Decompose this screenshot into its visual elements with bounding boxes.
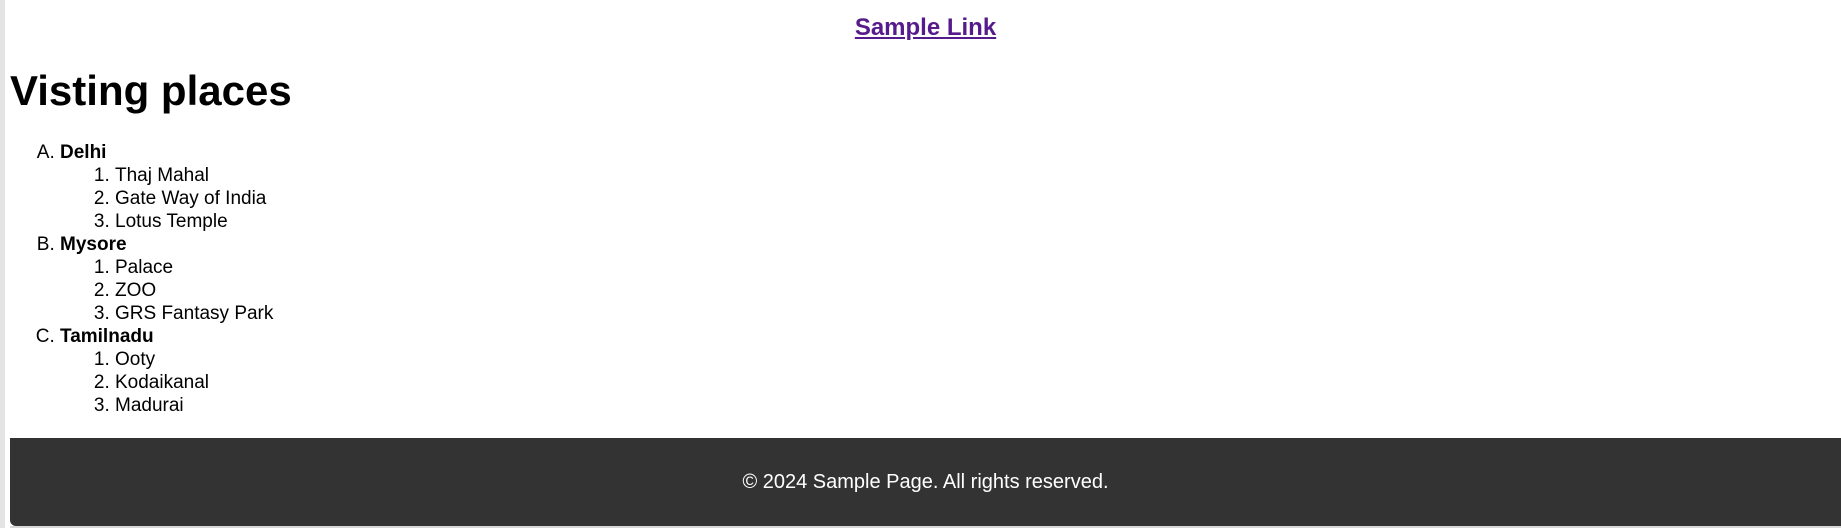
spots-list: Ooty Kodaikanal Madurai [60,348,273,417]
list-item-delhi: Delhi Thaj Mahal Gate Way of India Lotus… [60,141,273,233]
page-frame: Sample Link Visting places Delhi Thaj Ma… [0,0,1841,528]
places-list: Delhi Thaj Mahal Gate Way of India Lotus… [10,141,273,417]
list-item: Palace [115,256,273,279]
spots-list: Thaj Mahal Gate Way of India Lotus Templ… [60,164,273,233]
city-name: Delhi [60,142,107,163]
list-item: ZOO [115,279,273,302]
page-footer: © 2024 Sample Page. All rights reserved. [10,438,1841,526]
list-item: Thaj Mahal [115,164,273,187]
city-name: Tamilnadu [60,326,154,347]
footer-copyright: © 2024 Sample Page. All rights reserved. [742,471,1109,493]
spots-list: Palace ZOO GRS Fantasy Park [60,256,273,325]
list-item: Lotus Temple [115,210,273,233]
city-name: Mysore [60,234,127,255]
page-content: Sample Link Visting places Delhi Thaj Ma… [10,0,1841,438]
page-title: Visting places [10,67,292,114]
list-item: Kodaikanal [115,371,273,394]
top-link-container: Sample Link [10,14,1841,42]
list-item-tamilnadu: Tamilnadu Ooty Kodaikanal Madurai [60,325,273,417]
list-item: Gate Way of India [115,187,273,210]
list-item-mysore: Mysore Palace ZOO GRS Fantasy Park [60,233,273,325]
list-item: Madurai [115,394,273,417]
list-item: Ooty [115,348,273,371]
sample-link[interactable]: Sample Link [855,14,996,41]
list-item: GRS Fantasy Park [115,302,273,325]
